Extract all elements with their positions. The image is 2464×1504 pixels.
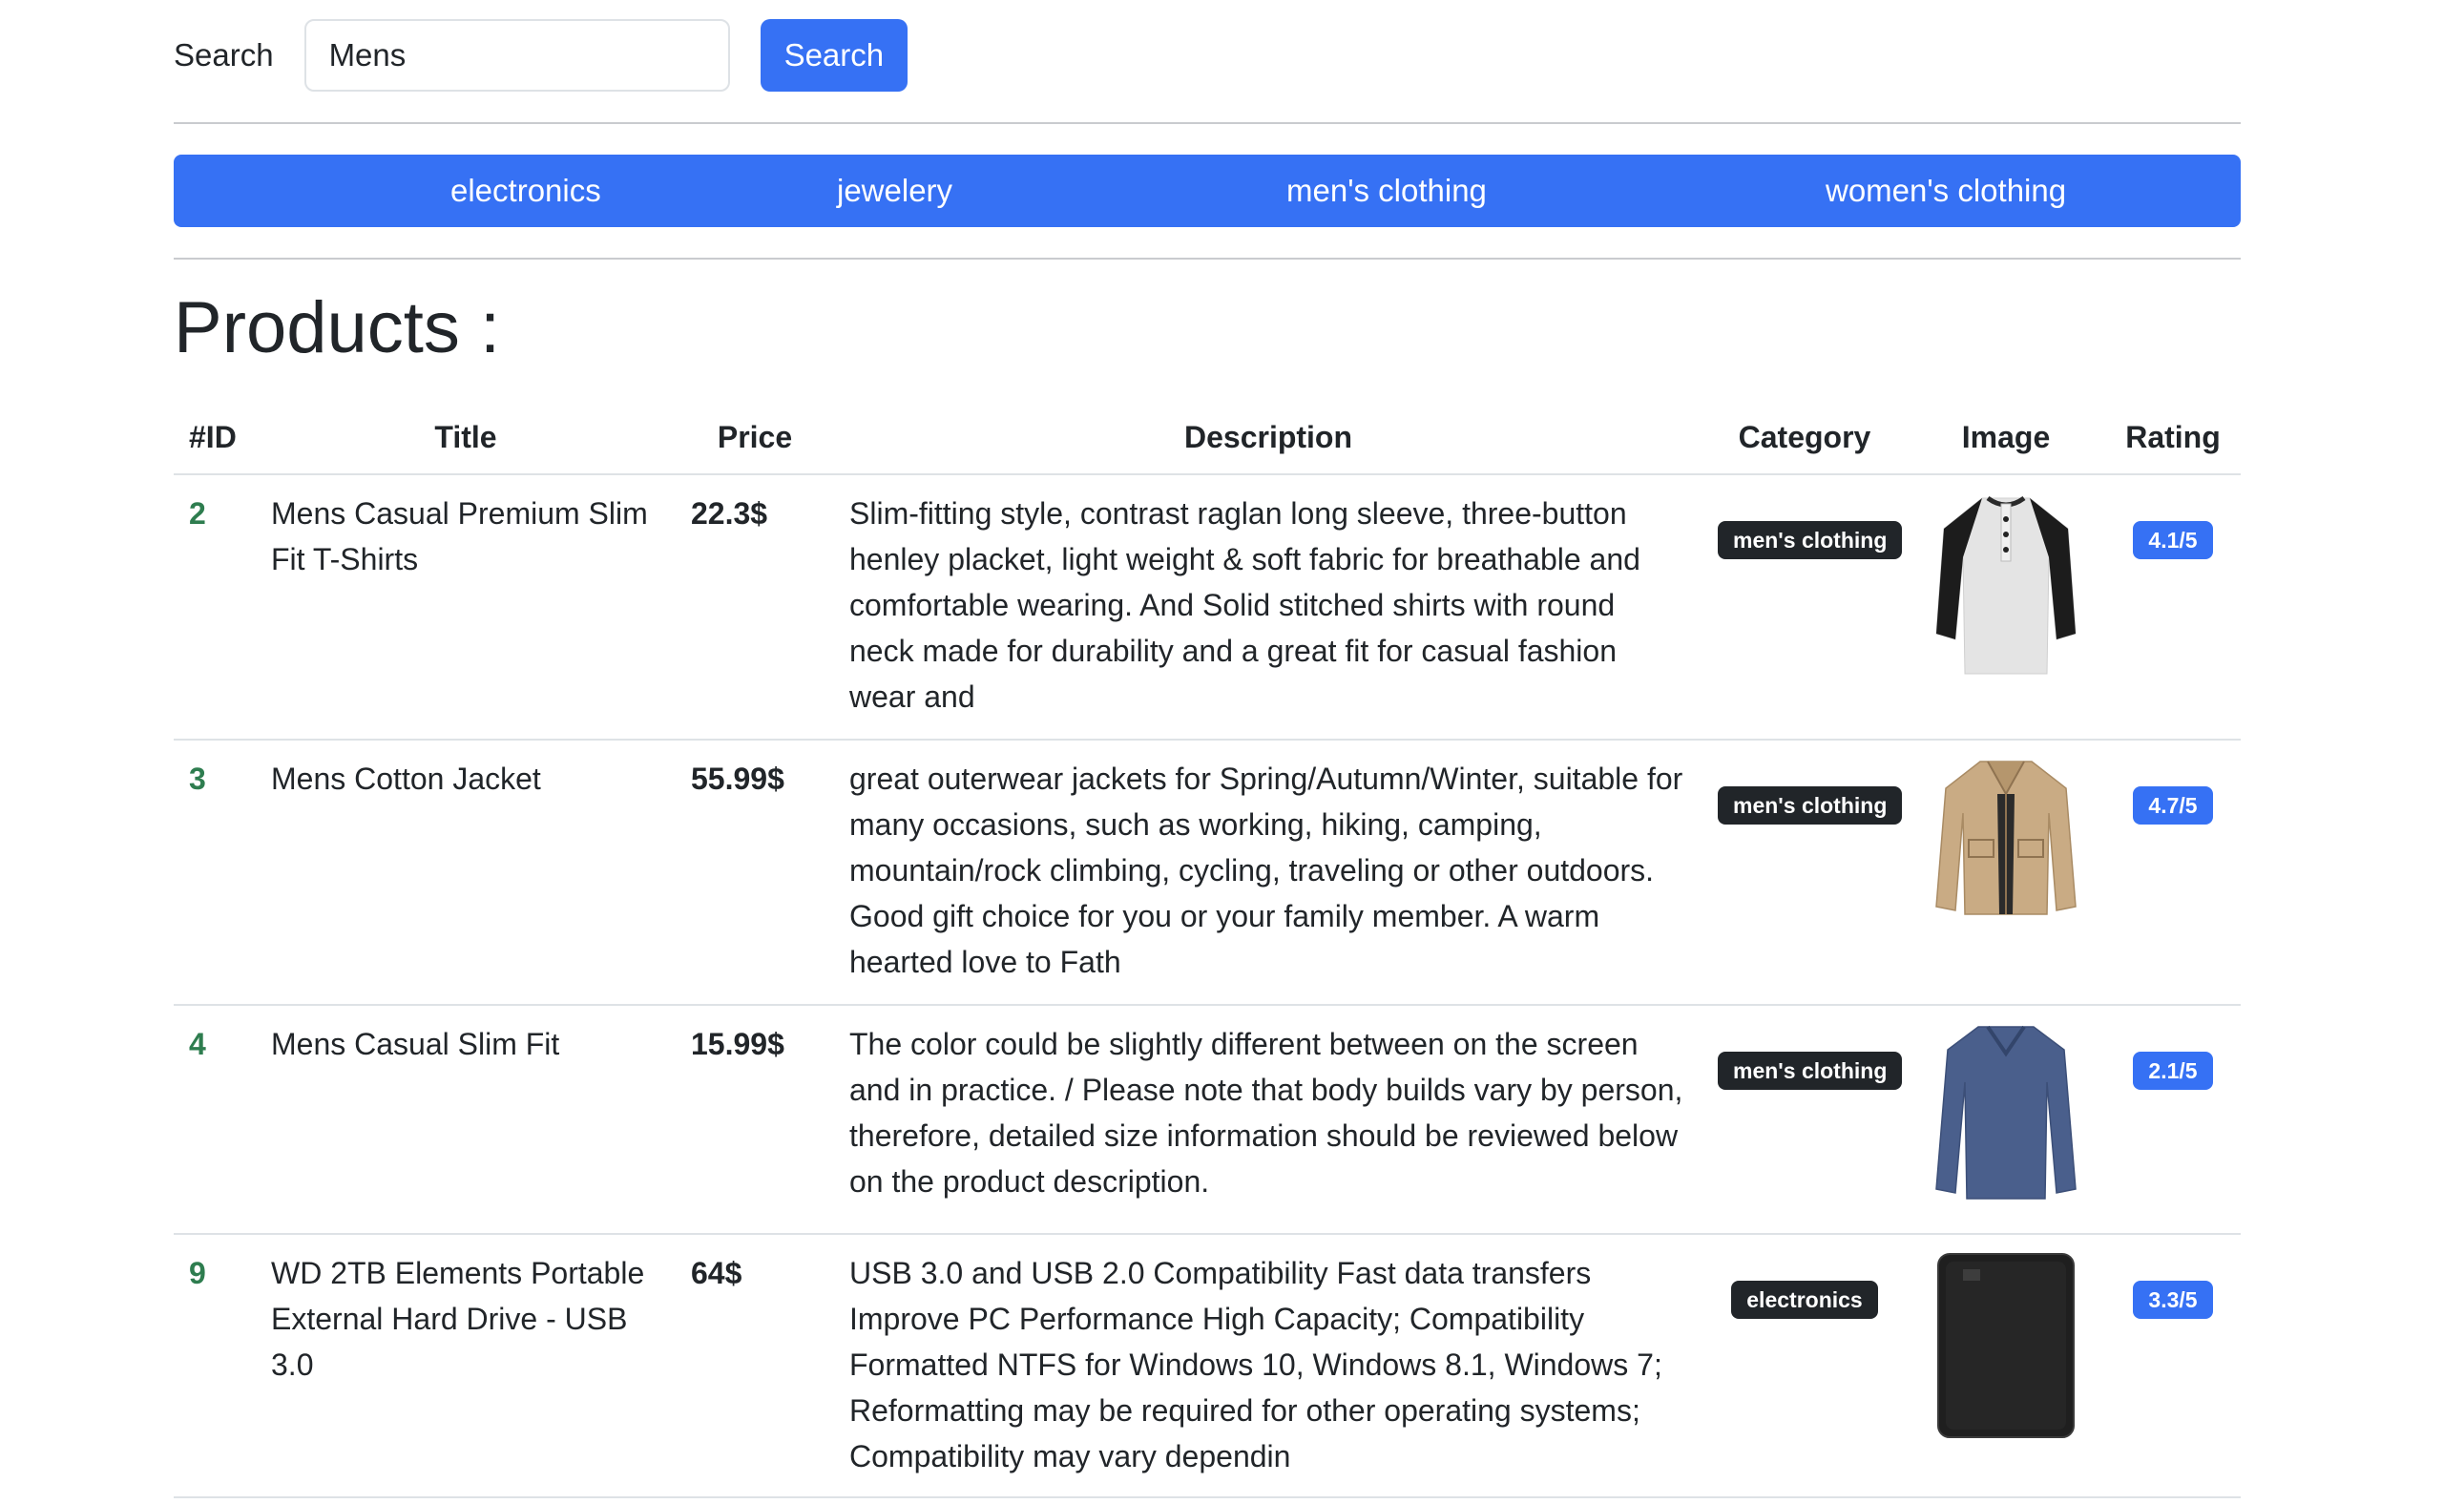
rating-badge: 3.3/5 [2133,1281,2213,1319]
column-header-image: Image [1907,401,2105,475]
product-id: 4 [174,1005,256,1235]
product-price: 64$ [676,1234,834,1498]
search-form: Search Search [174,19,908,92]
product-id: 3 [174,740,256,1006]
rating-badge: 4.7/5 [2133,786,2213,825]
hard-drive-image [1937,1253,2075,1438]
product-price: 15.99$ [676,1005,834,1235]
product-description: The color could be slightly different be… [834,1005,1702,1235]
cotton-jacket-image [1935,761,2077,915]
search-label: Search [174,37,274,73]
category-badge: men's clothing [1718,786,1903,825]
table-row: 9 WD 2TB Elements Portable External Hard… [174,1234,2241,1498]
table-header-row: #ID Title Price Description Category Ima… [174,401,2241,475]
category-link-mens-clothing[interactable]: men's clothing [1286,155,1487,227]
henley-shirt-image [1935,495,2077,675]
category-nav: electronics jewelery men's clothing wome… [174,155,2241,227]
column-header-category: Category [1702,401,1907,475]
column-header-description: Description [834,401,1702,475]
products-table: #ID Title Price Description Category Ima… [174,401,2241,1498]
page: Search Search electronics jewelery men's… [0,0,2464,1504]
product-title: Mens Casual Premium Slim Fit T-Shirts [256,474,676,741]
product-description: Slim-fitting style, contrast raglan long… [834,474,1702,741]
product-price: 22.3$ [676,474,834,741]
category-badge: men's clothing [1718,521,1903,559]
category-badge: electronics [1731,1281,1878,1319]
category-link-womens-clothing[interactable]: women's clothing [1826,155,2066,227]
product-id: 2 [174,474,256,741]
category-badge: men's clothing [1718,1052,1903,1090]
product-description: great outerwear jackets for Spring/Autum… [834,740,1702,1006]
column-header-price: Price [676,401,834,475]
page-title: Products : [174,287,501,368]
product-title: Mens Cotton Jacket [256,740,676,1006]
table-row: 2 Mens Casual Premium Slim Fit T-Shirts … [174,474,2241,741]
category-link-jewelery[interactable]: jewelery [837,155,952,227]
column-header-title: Title [256,401,676,475]
product-price: 55.99$ [676,740,834,1006]
divider-top [174,122,2241,124]
table-row: 3 Mens Cotton Jacket 55.99$ great outerw… [174,740,2241,1006]
product-description: USB 3.0 and USB 2.0 Compatibility Fast d… [834,1234,1702,1498]
table-row: 4 Mens Casual Slim Fit 15.99$ The color … [174,1005,2241,1235]
rating-badge: 4.1/5 [2133,521,2213,559]
product-id: 9 [174,1234,256,1498]
divider-bottom [174,258,2241,260]
search-input[interactable] [303,19,730,92]
category-link-electronics[interactable]: electronics [450,155,601,227]
product-title: WD 2TB Elements Portable External Hard D… [256,1234,676,1498]
product-title: Mens Casual Slim Fit [256,1005,676,1235]
search-button[interactable]: Search [760,19,908,92]
rating-badge: 2.1/5 [2133,1052,2213,1090]
column-header-id: #ID [174,401,256,475]
column-header-rating: Rating [2105,401,2241,475]
long-sleeve-shirt-image [1935,1025,2077,1200]
